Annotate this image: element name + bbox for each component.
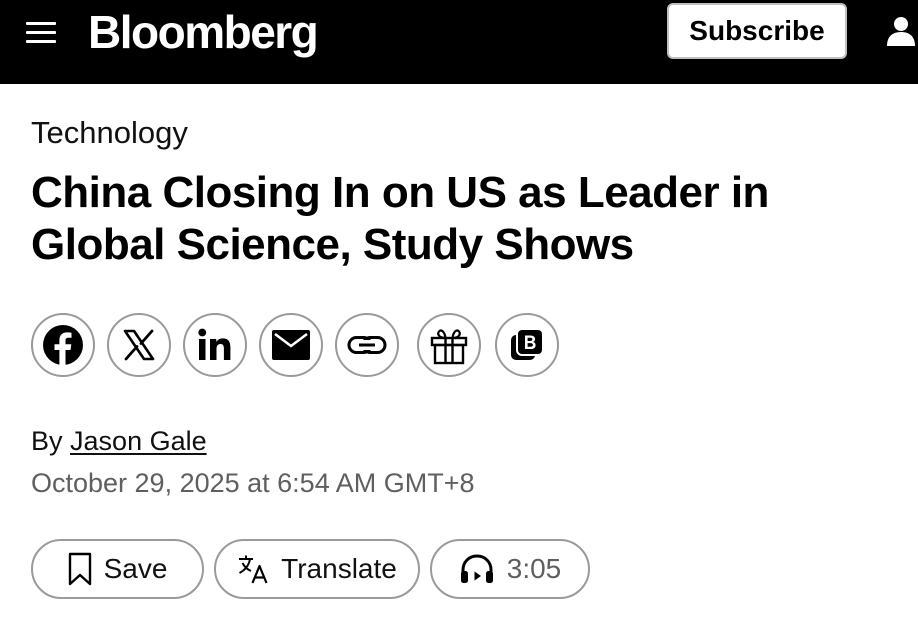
link-icon: [347, 336, 387, 354]
share-x-button[interactable]: [107, 313, 171, 377]
bloomberg-app-button[interactable]: [495, 313, 559, 377]
share-facebook-button[interactable]: [31, 313, 95, 377]
share-linkedin-button[interactable]: [183, 313, 247, 377]
bloomberg-app-icon: [511, 328, 544, 360]
save-label: Save: [103, 553, 168, 584]
publish-timestamp: October 29, 2025 at 6:54 AM GMT+8: [31, 468, 475, 498]
save-button[interactable]: Save: [31, 539, 204, 599]
translate-label: Translate: [281, 553, 397, 584]
byline-prefix: By: [31, 426, 63, 456]
article-headline: China Closing In on US as Leader in Glob…: [31, 168, 769, 269]
top-navigation-bar: Bloomberg Subscribe: [0, 0, 918, 84]
bloomberg-logo[interactable]: Bloomberg: [88, 4, 319, 60]
subscribe-button[interactable]: Subscribe: [667, 3, 847, 59]
copy-link-button[interactable]: [335, 313, 399, 377]
menu-icon[interactable]: [26, 16, 58, 48]
listen-button[interactable]: 3:05: [430, 539, 590, 599]
author-link[interactable]: Jason Gale: [70, 426, 207, 456]
bookmark-icon: [68, 552, 91, 586]
linkedin-icon: [198, 328, 231, 360]
translate-button[interactable]: Translate: [214, 539, 420, 599]
section-label[interactable]: Technology: [31, 113, 188, 153]
translate-icon: [239, 555, 268, 584]
headphones-icon: [460, 554, 493, 583]
listen-duration: 3:05: [506, 553, 562, 584]
gift-article-button[interactable]: [417, 313, 481, 377]
share-email-button[interactable]: [259, 313, 323, 377]
byline: By Jason Gale: [31, 423, 207, 459]
facebook-icon: [43, 325, 83, 365]
account-icon[interactable]: [884, 14, 918, 48]
gift-icon: [430, 329, 468, 365]
email-icon: [272, 330, 310, 360]
x-icon: [123, 329, 155, 361]
